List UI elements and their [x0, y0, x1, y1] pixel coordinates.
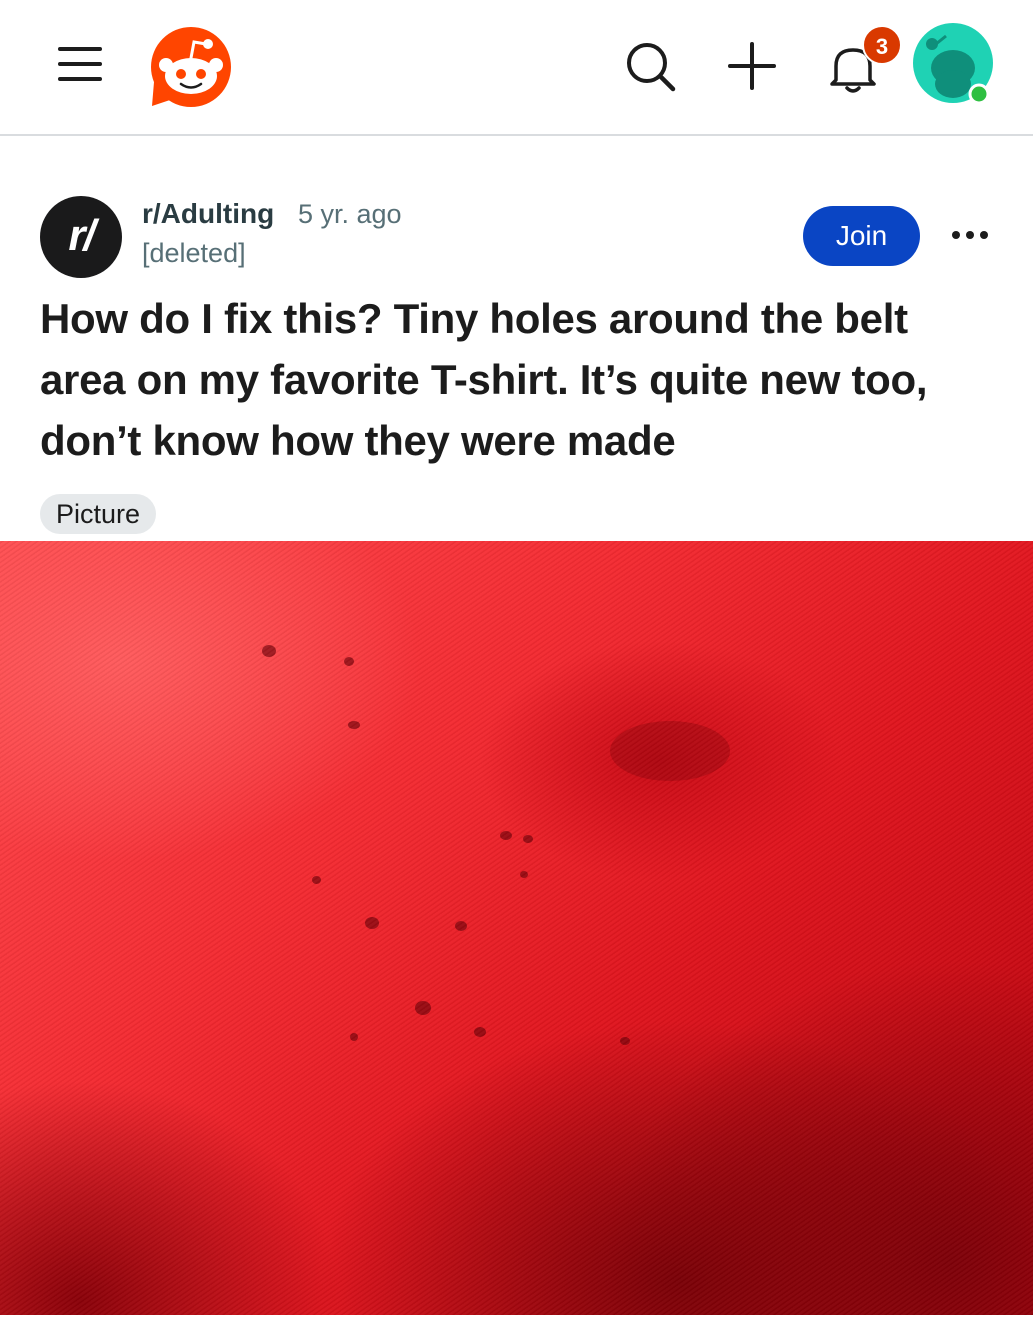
fabric-hole	[610, 721, 730, 781]
fabric-hole	[365, 917, 379, 929]
fabric-hole	[500, 831, 512, 840]
post-flair[interactable]: Picture	[40, 494, 157, 534]
post-image-red-shirt-fabric[interactable]	[0, 541, 1033, 1315]
fabric-hole	[455, 921, 467, 931]
post-author[interactable]: [deleted]	[142, 238, 246, 269]
more-options-icon[interactable]	[948, 220, 992, 250]
notification-count-badge: 3	[862, 25, 902, 65]
fabric-hole	[312, 876, 321, 884]
subreddit-name[interactable]: r/Adulting	[142, 198, 274, 230]
subreddit-icon[interactable]: r/	[40, 196, 122, 278]
fabric-hole	[474, 1027, 486, 1037]
search-icon[interactable]	[624, 40, 678, 94]
fabric-hole	[344, 657, 354, 666]
fabric-hole	[520, 871, 528, 878]
menu-icon[interactable]	[56, 44, 104, 84]
fabric-hole	[415, 1001, 431, 1015]
join-button[interactable]: Join	[803, 206, 920, 266]
post-title[interactable]: How do I fix this? Tiny holes around the…	[40, 288, 1000, 471]
fabric-hole	[523, 835, 533, 843]
fabric-hole	[262, 645, 276, 657]
top-navigation-bar: 3	[0, 0, 1033, 136]
user-avatar[interactable]	[912, 22, 994, 104]
create-post-plus-icon[interactable]	[726, 40, 778, 92]
post-age: 5 yr. ago	[298, 199, 402, 229]
fabric-hole	[620, 1037, 630, 1045]
reddit-logo[interactable]	[148, 24, 234, 110]
fabric-hole	[350, 1033, 358, 1041]
fabric-hole	[348, 721, 360, 729]
